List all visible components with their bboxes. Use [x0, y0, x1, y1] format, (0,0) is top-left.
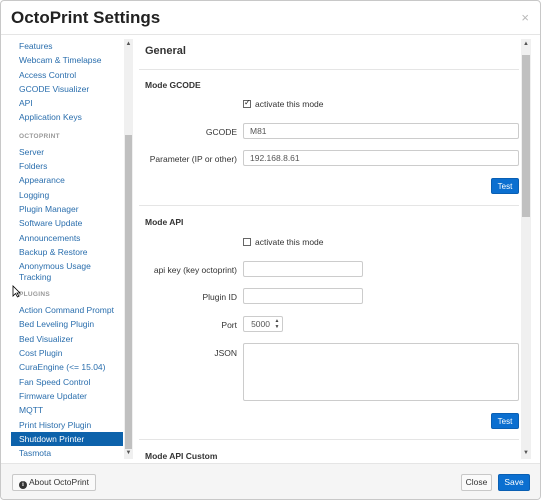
- settings-content: General Mode GCODE activate this mode GC…: [139, 39, 531, 459]
- about-octoprint-button[interactable]: i About OctoPrint: [12, 474, 97, 491]
- divider: [139, 205, 519, 206]
- gcode-label: GCODE: [205, 127, 237, 137]
- checkbox-checked-icon[interactable]: [243, 98, 251, 108]
- sidebar-item-folders[interactable]: Folders: [11, 159, 123, 173]
- content-scroll-thumb[interactable]: [522, 55, 530, 217]
- sidebar-header-plugins: PLUGINS: [19, 291, 50, 299]
- pluginid-label: Plugin ID: [202, 292, 238, 302]
- sidebar-item-server[interactable]: Server: [11, 145, 123, 159]
- sidebar-item-gcode-visualizer[interactable]: GCODE Visualizer: [11, 82, 123, 96]
- scroll-up-arrow-icon[interactable]: ▲: [521, 40, 531, 49]
- json-label: JSON: [214, 348, 237, 358]
- gcode-activate-checkbox[interactable]: activate this mode: [243, 98, 324, 109]
- save-button[interactable]: Save: [498, 474, 530, 491]
- sidebar-item-firmware-updater[interactable]: Firmware Updater: [11, 389, 123, 403]
- gcode-input[interactable]: M81: [243, 123, 519, 139]
- param-label: Parameter (IP or other): [149, 154, 237, 164]
- sidebar-item-api[interactable]: API: [11, 96, 123, 110]
- mode-api-title: Mode API: [145, 217, 184, 227]
- sidebar-item-access-control[interactable]: Access Control: [11, 68, 123, 82]
- sidebar-item-plugin-manager[interactable]: Plugin Manager: [11, 202, 123, 216]
- pluginid-input[interactable]: [243, 288, 363, 304]
- sidebar-item-software-update[interactable]: Software Update: [11, 216, 123, 230]
- json-textarea[interactable]: [243, 343, 519, 401]
- sidebar-item-application-keys[interactable]: Application Keys: [11, 110, 123, 124]
- sidebar-scroll-thumb[interactable]: [125, 135, 132, 449]
- sidebar-item-mqtt[interactable]: MQTT: [11, 403, 123, 417]
- port-value: 5000: [251, 319, 270, 329]
- apikey-input[interactable]: [243, 261, 363, 277]
- sidebar-item-logging[interactable]: Logging: [11, 188, 123, 202]
- scroll-down-arrow-icon[interactable]: ▼: [124, 449, 133, 458]
- port-label: Port: [221, 320, 237, 330]
- info-icon: i: [19, 481, 27, 489]
- api-activate-checkbox[interactable]: activate this mode: [243, 237, 324, 247]
- api-test-button[interactable]: Test: [491, 413, 519, 429]
- about-label: About OctoPrint: [29, 477, 90, 487]
- sidebar-scrollbar[interactable]: ▲ ▼: [124, 39, 133, 459]
- sidebar-item-bed-leveling[interactable]: Bed Leveling Plugin: [11, 317, 123, 331]
- divider: [139, 439, 519, 440]
- sidebar-item-curaengine[interactable]: CuraEngine (<= 15.04): [11, 360, 123, 374]
- sidebar-item-webcam[interactable]: Webcam & Timelapse: [11, 53, 123, 67]
- sidebar-item-tasmota[interactable]: Tasmota: [11, 446, 123, 459]
- divider: [139, 69, 519, 70]
- dialog-title: OctoPrint Settings: [11, 8, 161, 27]
- sidebar-list: Features Webcam & Timelapse Access Contr…: [11, 39, 123, 459]
- mouse-cursor-icon: [12, 285, 21, 298]
- sidebar-item-cost-plugin[interactable]: Cost Plugin: [11, 346, 123, 360]
- sidebar-item-backup-restore[interactable]: Backup & Restore: [11, 245, 123, 259]
- close-button[interactable]: Close: [461, 474, 492, 491]
- mode-api-custom-title: Mode API Custom: [145, 451, 218, 459]
- sidebar-item-announcements[interactable]: Announcements: [11, 231, 123, 245]
- apikey-label: api key (key octoprint): [153, 265, 237, 275]
- sidebar-item-bed-visualizer[interactable]: Bed Visualizer: [11, 332, 123, 346]
- port-stepper-icon[interactable]: ▲ ▼: [273, 318, 281, 330]
- sidebar-item-fan-speed-control[interactable]: Fan Speed Control: [11, 375, 123, 389]
- gcode-activate-label: activate this mode: [255, 99, 324, 109]
- dialog-header: OctoPrint Settings ×: [1, 1, 540, 35]
- scroll-up-arrow-icon[interactable]: ▲: [124, 40, 133, 49]
- scroll-down-arrow-icon[interactable]: ▼: [521, 449, 531, 458]
- dialog-footer: i About OctoPrint Close Save: [1, 463, 540, 499]
- sidebar-item-shutdown-printer[interactable]: Shutdown Printer: [11, 431, 123, 447]
- sidebar-item-features[interactable]: Features: [11, 39, 123, 53]
- api-activate-label: activate this mode: [255, 237, 324, 247]
- mode-gcode-title: Mode GCODE: [145, 80, 201, 90]
- sidebar-item-appearance[interactable]: Appearance: [11, 173, 123, 187]
- param-input[interactable]: 192.168.8.61: [243, 150, 519, 166]
- settings-sidebar: Features Webcam & Timelapse Access Contr…: [11, 39, 133, 459]
- sidebar-header-octoprint: OCTOPRINT: [19, 132, 60, 140]
- close-icon[interactable]: ×: [521, 10, 529, 25]
- sidebar-item-action-command-prompt[interactable]: Action Command Prompt: [11, 303, 123, 317]
- sidebar-item-print-history[interactable]: Print History Plugin: [11, 418, 123, 432]
- checkbox-unchecked-icon[interactable]: [243, 238, 251, 246]
- settings-dialog: OctoPrint Settings × Features Webcam & T…: [0, 0, 541, 500]
- sidebar-item-anonymous-usage[interactable]: Anonymous Usage Tracking: [11, 259, 123, 283]
- content-scrollbar[interactable]: ▲ ▼: [521, 39, 531, 459]
- section-title: General: [145, 45, 186, 57]
- gcode-test-button[interactable]: Test: [491, 178, 519, 194]
